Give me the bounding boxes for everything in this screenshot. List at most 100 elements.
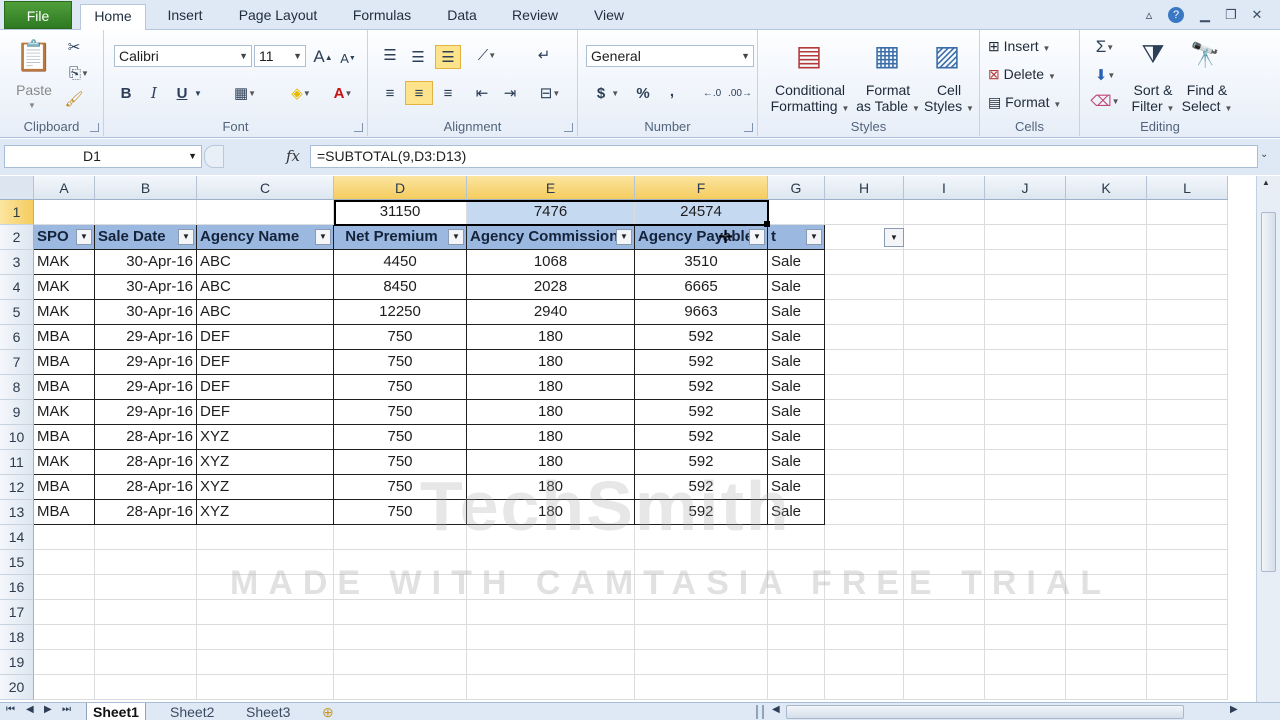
- table-cell[interactable]: 6665: [635, 275, 768, 300]
- grid-cell[interactable]: [825, 450, 904, 475]
- row-header-16[interactable]: 16: [0, 575, 34, 600]
- grid-cell[interactable]: [904, 300, 985, 325]
- tab-home[interactable]: Home: [80, 4, 146, 31]
- tab-data[interactable]: Data: [436, 4, 488, 30]
- grid-cell[interactable]: [985, 600, 1066, 625]
- grid-cell[interactable]: [95, 575, 197, 600]
- grid-cell[interactable]: [904, 375, 985, 400]
- grid-cell[interactable]: [985, 275, 1066, 300]
- table-cell[interactable]: 30-Apr-16: [95, 250, 197, 275]
- table-cell[interactable]: 592: [635, 325, 768, 350]
- grid-cell[interactable]: [985, 525, 1066, 550]
- window-minimize-icon[interactable]: ▁: [1196, 6, 1214, 24]
- help-icon[interactable]: ?: [1168, 7, 1184, 23]
- decrease-decimal-icon[interactable]: .00→: [728, 82, 752, 104]
- table-cell[interactable]: 28-Apr-16: [95, 425, 197, 450]
- table-cell[interactable]: Sale: [768, 400, 825, 425]
- grid-cell[interactable]: [34, 550, 95, 575]
- table-cell[interactable]: 29-Apr-16: [95, 375, 197, 400]
- grid-cell[interactable]: [985, 650, 1066, 675]
- delete-cells-button[interactable]: ⊠ Delete ▼: [988, 66, 1078, 85]
- fill-color-icon[interactable]: ◈ ▼: [284, 82, 318, 104]
- align-center-icon[interactable]: ≡: [405, 81, 433, 105]
- grid-cell[interactable]: [825, 600, 904, 625]
- table-cell[interactable]: 4450: [334, 250, 467, 275]
- underline-dropdown-icon[interactable]: ▼: [192, 82, 204, 104]
- table-cell[interactable]: 750: [334, 425, 467, 450]
- grid-cell[interactable]: [985, 400, 1066, 425]
- row-header-1[interactable]: 1: [0, 200, 34, 225]
- grid-cell[interactable]: [768, 200, 825, 225]
- scroll-right-icon[interactable]: ▶: [1230, 704, 1238, 715]
- grid-cell[interactable]: [34, 675, 95, 700]
- table-header-cell[interactable]: Agency Name ▼: [197, 225, 334, 250]
- grid-cell[interactable]: [904, 475, 985, 500]
- table-cell[interactable]: 8450: [334, 275, 467, 300]
- column-header-f[interactable]: F: [635, 176, 768, 200]
- align-middle-icon[interactable]: ☰: [406, 46, 430, 68]
- align-right-icon[interactable]: ≡: [436, 82, 460, 104]
- select-all-corner[interactable]: [0, 176, 34, 200]
- table-cell[interactable]: 592: [635, 350, 768, 375]
- grid-cell[interactable]: [1066, 350, 1147, 375]
- table-cell[interactable]: XYZ: [197, 425, 334, 450]
- grid-cell[interactable]: [825, 250, 904, 275]
- row-header-10[interactable]: 10: [0, 425, 34, 450]
- grid-cell[interactable]: [825, 275, 904, 300]
- expand-formula-icon[interactable]: ⌄: [1260, 149, 1268, 160]
- last-sheet-icon[interactable]: ⏭: [62, 704, 71, 715]
- row-header-19[interactable]: 19: [0, 650, 34, 675]
- grid-cell[interactable]: [1066, 650, 1147, 675]
- grid-cell[interactable]: [197, 675, 334, 700]
- table-cell[interactable]: 750: [334, 350, 467, 375]
- grid-cell[interactable]: [635, 625, 768, 650]
- total-cell-f[interactable]: 24574: [635, 200, 768, 225]
- table-cell[interactable]: 29-Apr-16: [95, 400, 197, 425]
- grid-cell[interactable]: [825, 475, 904, 500]
- grid-cell[interactable]: [467, 600, 635, 625]
- grid-cell[interactable]: [197, 200, 334, 225]
- grid-cell[interactable]: [904, 400, 985, 425]
- currency-button[interactable]: $ ▼: [590, 82, 626, 104]
- table-cell[interactable]: 592: [635, 400, 768, 425]
- table-cell[interactable]: DEF: [197, 325, 334, 350]
- format-as-table-icon[interactable]: ▦: [868, 36, 906, 74]
- grid-cell[interactable]: [635, 675, 768, 700]
- grid-cell[interactable]: [768, 650, 825, 675]
- row-header-18[interactable]: 18: [0, 625, 34, 650]
- table-cell[interactable]: 30-Apr-16: [95, 300, 197, 325]
- row-header-5[interactable]: 5: [0, 300, 34, 325]
- grid-cell[interactable]: [825, 500, 904, 525]
- column-header-a[interactable]: A: [34, 176, 95, 200]
- grid-cell[interactable]: [635, 650, 768, 675]
- insert-function-icon[interactable]: fx: [286, 147, 300, 165]
- row-header-20[interactable]: 20: [0, 675, 34, 700]
- grid-cell[interactable]: [197, 525, 334, 550]
- paste-icon[interactable]: 📋: [14, 36, 54, 76]
- prev-sheet-icon[interactable]: ◀: [26, 704, 34, 715]
- grid-cell[interactable]: [95, 675, 197, 700]
- grid-cell[interactable]: [904, 625, 985, 650]
- scroll-up-icon[interactable]: ▲: [1262, 178, 1270, 187]
- grid-cell[interactable]: [985, 625, 1066, 650]
- row-header-13[interactable]: 13: [0, 500, 34, 525]
- grid-cell[interactable]: [768, 625, 825, 650]
- grid-cell[interactable]: [904, 350, 985, 375]
- grid-cell[interactable]: [1066, 675, 1147, 700]
- table-cell[interactable]: MBA: [34, 375, 95, 400]
- worksheet-grid[interactable]: ABCDEFGHIJKL 1 2 3 4 5 6 7 8 9 10 11 12 13 14 15 16 17 18…: [0, 176, 1256, 702]
- table-cell[interactable]: XYZ: [197, 500, 334, 525]
- grid-cell[interactable]: [904, 500, 985, 525]
- copy-icon[interactable]: ⎘ ▼: [64, 64, 94, 82]
- grid-cell[interactable]: [904, 250, 985, 275]
- row-header-7[interactable]: 7: [0, 350, 34, 375]
- grid-cell[interactable]: [467, 675, 635, 700]
- grid-cell[interactable]: [985, 350, 1066, 375]
- row-header-2[interactable]: 2: [0, 225, 34, 250]
- column-header-i[interactable]: I: [904, 176, 985, 200]
- grid-cell[interactable]: [904, 600, 985, 625]
- grid-cell[interactable]: [1066, 625, 1147, 650]
- format-as-table-button[interactable]: Format as Table ▼: [854, 82, 922, 117]
- grid-cell[interactable]: [1147, 500, 1228, 525]
- grid-cell[interactable]: [197, 625, 334, 650]
